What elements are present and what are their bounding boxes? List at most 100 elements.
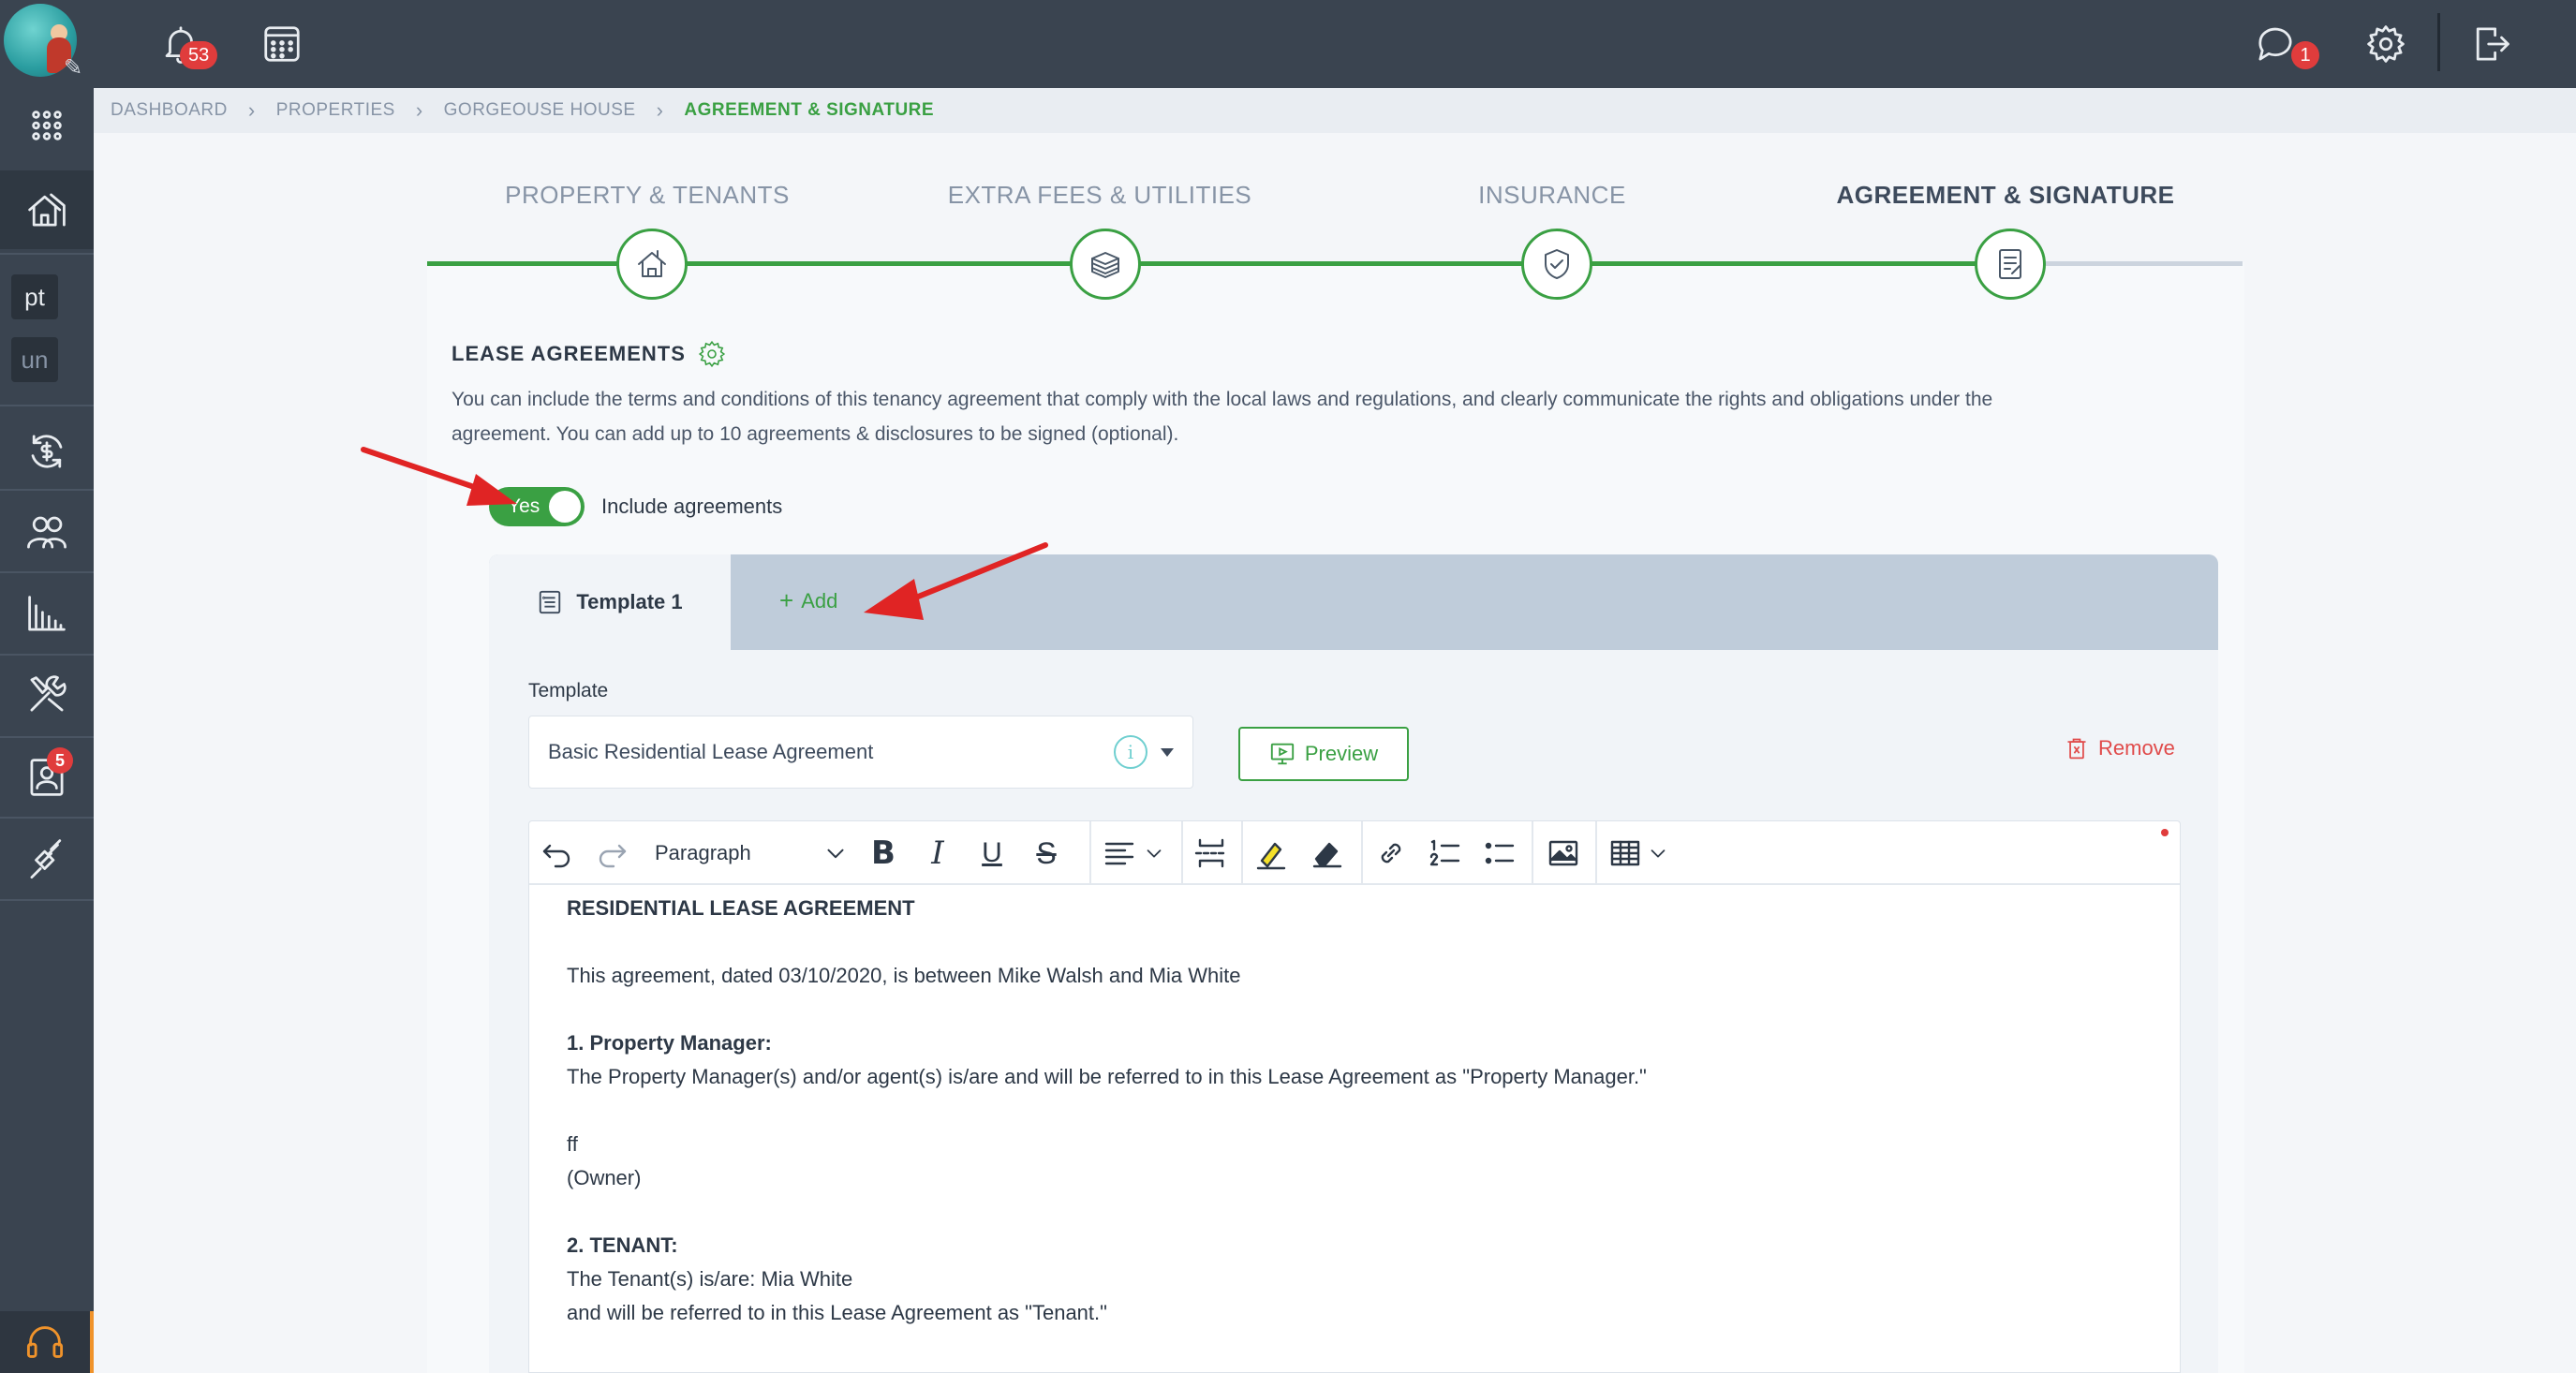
support-headset-button[interactable] bbox=[0, 1311, 94, 1373]
toolbar-separator bbox=[1595, 821, 1597, 885]
description-line: agreement. You can add up to 10 agreemen… bbox=[452, 423, 1179, 445]
breadcrumb-properties[interactable]: PROPERTIES bbox=[276, 100, 395, 121]
highlighter-icon[interactable] bbox=[1252, 833, 1290, 874]
tools-icon bbox=[30, 675, 67, 712]
remove-button[interactable]: Remove bbox=[2065, 736, 2175, 760]
align-left-icon[interactable] bbox=[1101, 833, 1138, 874]
step-label: EXTRA FEES & UTILITIES bbox=[947, 181, 1252, 209]
template-tabs: Template 1 + Add bbox=[489, 554, 2218, 650]
redo-icon[interactable] bbox=[593, 833, 630, 874]
house-icon bbox=[28, 193, 66, 227]
sidebar-divider bbox=[0, 571, 94, 573]
sidebar-item-reports[interactable] bbox=[0, 575, 94, 654]
money-icon[interactable] bbox=[1070, 229, 1141, 300]
step-agreement-signature[interactable]: AGREEMENT & SIGNATURE bbox=[1785, 169, 2226, 221]
sidebar-item-integrations[interactable] bbox=[0, 819, 94, 897]
breadcrumb: DASHBOARD › PROPERTIES › GORGEOUSE HOUSE… bbox=[94, 88, 2576, 133]
topbar-divider bbox=[2437, 13, 2440, 71]
include-agreements-toggle[interactable]: Yes bbox=[489, 487, 585, 526]
bold-icon[interactable]: B bbox=[865, 833, 902, 874]
sidebar-divider bbox=[0, 489, 94, 491]
breadcrumb-property[interactable]: GORGEOUSE HOUSE bbox=[444, 100, 636, 121]
table-icon[interactable] bbox=[1606, 833, 1644, 874]
toolbar-separator bbox=[1532, 821, 1533, 885]
doc-section-2-text: The Tenant(s) is/are: Mia White bbox=[567, 1267, 853, 1291]
link-icon[interactable] bbox=[1372, 833, 1410, 874]
sidebar-chip-pt[interactable]: pt bbox=[11, 274, 58, 319]
top-bar: 53 1 bbox=[94, 0, 2576, 88]
document-icon[interactable] bbox=[1975, 229, 2046, 300]
link-icon bbox=[30, 839, 62, 879]
caret-down-icon bbox=[1161, 748, 1174, 757]
tab-label: Template 1 bbox=[576, 590, 683, 613]
numbered-list-icon[interactable] bbox=[1427, 833, 1464, 874]
step-property-tenants[interactable]: PROPERTY & TENANTS bbox=[427, 169, 867, 221]
calendar-icon[interactable] bbox=[257, 19, 307, 69]
toolbar-separator bbox=[1361, 821, 1363, 885]
plus-icon: + bbox=[779, 586, 794, 614]
sidebar-item-properties[interactable] bbox=[0, 170, 94, 249]
lease-description: You can include the terms and conditions… bbox=[452, 382, 2222, 451]
sidebar-item-payments[interactable] bbox=[0, 412, 94, 491]
strikethrough-icon[interactable]: S bbox=[1028, 833, 1065, 874]
template-select[interactable]: Basic Residential Lease Agreement i bbox=[528, 716, 1193, 789]
template-label: Template bbox=[528, 680, 609, 701]
preview-label: Preview bbox=[1304, 742, 1379, 765]
info-icon[interactable]: i bbox=[1114, 735, 1147, 769]
pin-icon[interactable]: ✎ bbox=[64, 54, 82, 81]
chevron-right-icon: › bbox=[247, 98, 256, 122]
chevron-down-icon[interactable] bbox=[1646, 833, 1670, 874]
sidebar-divider bbox=[0, 253, 94, 255]
step-label: AGREEMENT & SIGNATURE bbox=[1836, 181, 2175, 209]
sidebar-item-maintenance[interactable] bbox=[0, 656, 94, 734]
page-break-icon[interactable] bbox=[1192, 833, 1230, 874]
house-icon[interactable] bbox=[616, 229, 688, 300]
add-template-button[interactable]: + Add bbox=[779, 586, 837, 615]
apps-grid-icon[interactable] bbox=[0, 86, 94, 165]
chevron-right-icon: › bbox=[656, 98, 664, 122]
include-agreements-row: Yes Include agreements bbox=[489, 487, 782, 526]
section-title-text: LEASE AGREEMENTS bbox=[452, 342, 686, 365]
settings-gear-icon[interactable] bbox=[2361, 19, 2411, 69]
toggle-knob bbox=[549, 491, 581, 523]
sidebar-item-contacts[interactable] bbox=[0, 738, 94, 817]
paragraph-format-dropdown[interactable]: Paragraph bbox=[655, 833, 751, 874]
breadcrumb-dashboard[interactable]: DASHBOARD bbox=[111, 100, 228, 121]
sidebar-item-tenants[interactable] bbox=[0, 493, 94, 571]
notifications-badge: 53 bbox=[180, 41, 218, 69]
lease-agreements-title: LEASE AGREEMENTS bbox=[452, 339, 727, 369]
preview-button[interactable]: Preview bbox=[1238, 727, 1409, 781]
step-extra-fees[interactable]: EXTRA FEES & UTILITIES bbox=[880, 169, 1320, 221]
people-icon bbox=[27, 516, 67, 549]
step-label: INSURANCE bbox=[1478, 181, 1626, 209]
messages-badge: 1 bbox=[2291, 41, 2319, 69]
logout-icon[interactable] bbox=[2465, 19, 2516, 69]
chevron-down-icon[interactable] bbox=[1142, 833, 1166, 874]
money-cycle-icon bbox=[31, 435, 63, 468]
template-panel: Template Basic Residential Lease Agreeme… bbox=[489, 650, 2218, 1373]
remove-label: Remove bbox=[2098, 736, 2175, 760]
eraser-icon[interactable] bbox=[1309, 833, 1346, 874]
undo-icon[interactable] bbox=[539, 833, 576, 874]
image-icon[interactable] bbox=[1545, 833, 1582, 874]
gear-icon[interactable] bbox=[697, 339, 727, 369]
doc-intro: This agreement, dated 03/10/2020, is bet… bbox=[567, 964, 1241, 987]
doc-section-2-title: 2. TENANT: bbox=[567, 1233, 678, 1257]
doc-owner-name: ff bbox=[567, 1132, 578, 1156]
shield-icon[interactable] bbox=[1521, 229, 1592, 300]
breadcrumb-current: AGREEMENT & SIGNATURE bbox=[684, 100, 935, 120]
rich-text-editor[interactable]: Paragraph B I U S RESIDENTIAL LEASE AGRE… bbox=[528, 820, 2181, 1373]
underline-icon[interactable]: U bbox=[973, 833, 1011, 874]
toolbar-separator bbox=[1181, 821, 1183, 885]
doc-section-2-text-2: and will be referred to in this Lease Ag… bbox=[567, 1301, 1107, 1324]
tab-template-1[interactable]: Template 1 bbox=[489, 554, 731, 650]
chevron-down-icon[interactable] bbox=[822, 833, 850, 874]
sidebar-divider bbox=[0, 899, 94, 901]
main-card: LEASE AGREEMENTS You can include the ter… bbox=[427, 262, 2244, 1373]
contacts-badge: 5 bbox=[47, 747, 73, 774]
step-insurance[interactable]: INSURANCE bbox=[1332, 169, 1772, 221]
bulleted-list-icon[interactable] bbox=[1481, 833, 1518, 874]
sidebar-chip-un[interactable]: un bbox=[11, 337, 58, 382]
italic-icon[interactable]: I bbox=[919, 833, 956, 874]
paragraph-format-value: Paragraph bbox=[655, 841, 751, 864]
